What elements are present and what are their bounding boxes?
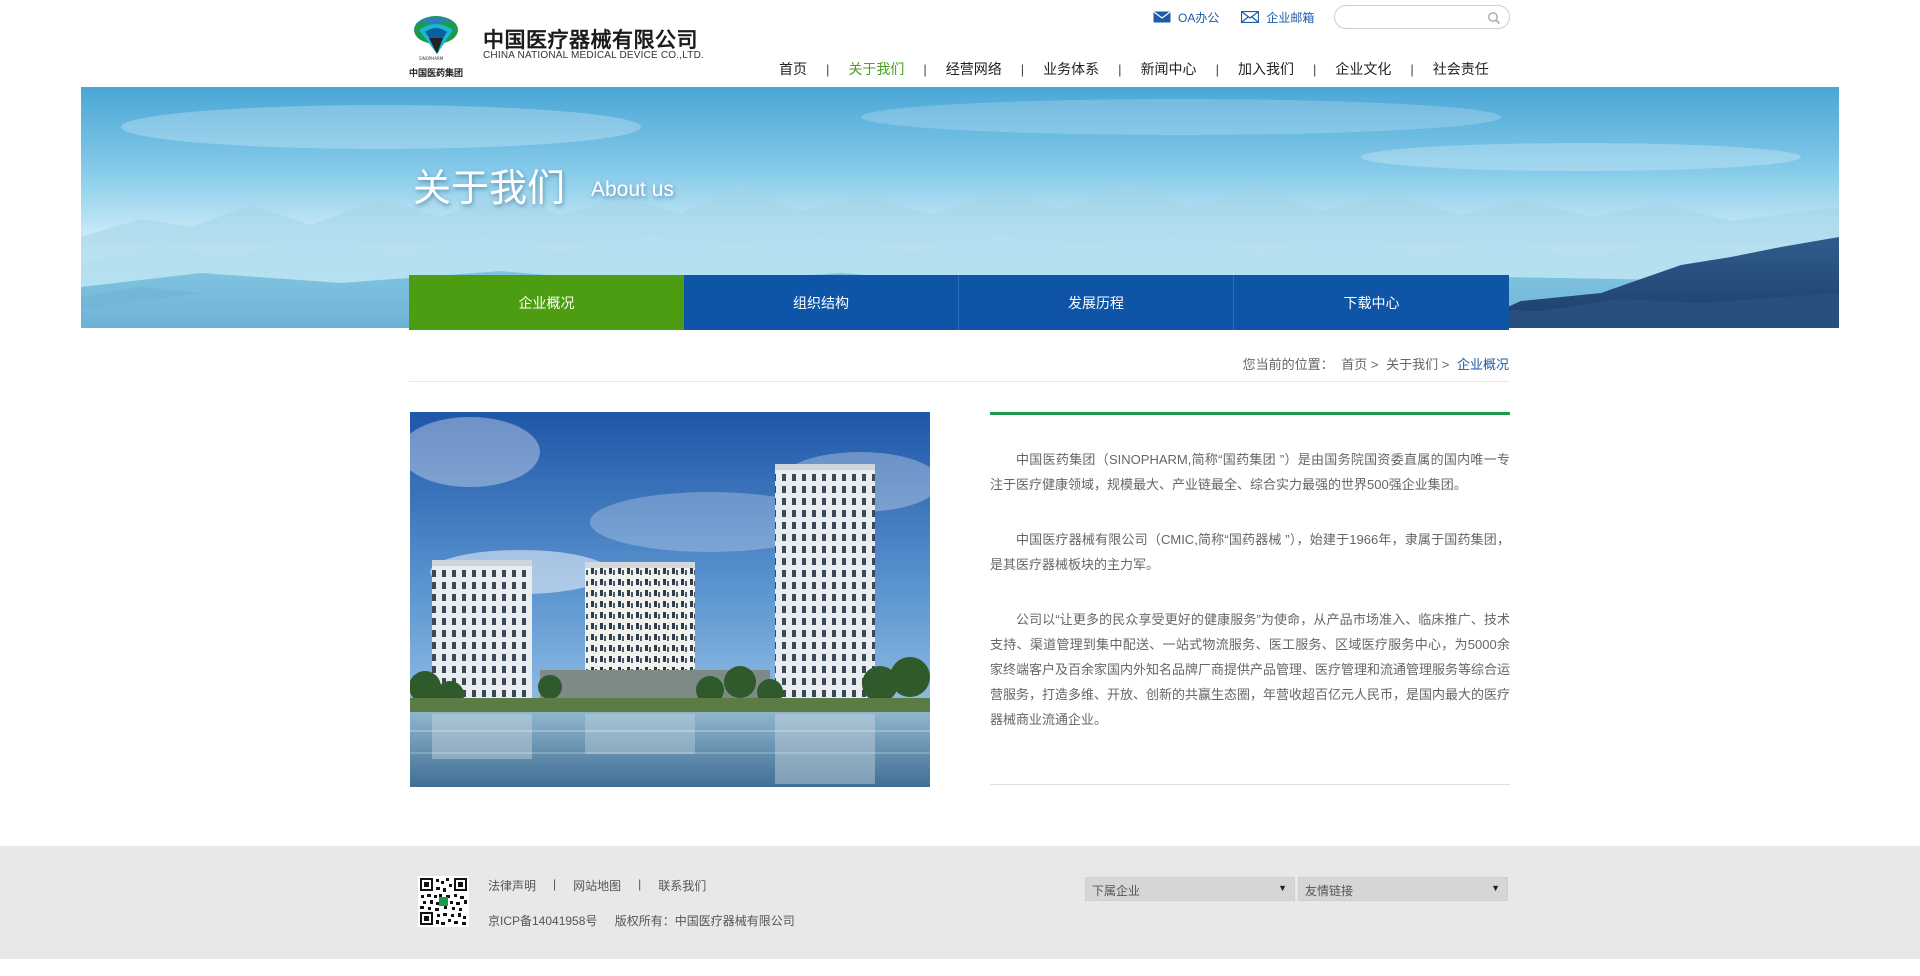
sitemap-link[interactable]: 网站地图 (573, 877, 621, 894)
oa-office-label: OA办公 (1178, 10, 1220, 25)
main-nav: 首页 | 关于我们 | 经营网络 | 业务体系 | 新闻中心 | 加入我们 | … (770, 58, 1498, 80)
nav-item-join[interactable]: 加入我们 (1229, 59, 1303, 79)
footer-links: 法律声明 | 网站地图 | 联系我们 (488, 877, 706, 894)
nav-item-culture[interactable]: 企业文化 (1326, 59, 1400, 79)
intro-top-rule (990, 412, 1510, 415)
banner-title: 关于我们 (413, 168, 566, 210)
footer-separator: | (553, 877, 557, 891)
copyright-text: 版权所有：中国医疗器械有限公司 (614, 914, 795, 928)
nav-separator: | (1312, 61, 1317, 77)
footer-copyright: 京ICP备14041958号 版权所有：中国医疗器械有限公司 (488, 912, 795, 929)
breadcrumb-about[interactable]: 关于我们 > (1386, 357, 1449, 372)
nav-separator: | (1118, 61, 1122, 77)
mail-icon (1153, 11, 1171, 23)
legal-notice-link[interactable]: 法律声明 (488, 877, 536, 894)
nav-separator: | (1020, 61, 1025, 77)
enterprise-mail-link[interactable]: 企业邮箱 (1241, 9, 1314, 26)
nav-separator: | (923, 61, 927, 77)
subsidiaries-select-value: 下属企业 (1092, 884, 1141, 898)
breadcrumb-home[interactable]: 首页 > (1341, 357, 1378, 372)
friendly-links-select[interactable]: 友情链接 ▼ (1298, 877, 1508, 901)
oa-office-link[interactable]: OA办公 (1153, 9, 1219, 26)
logo-group-name: 中国医药集团 (409, 68, 464, 78)
footer-separator: | (638, 877, 642, 891)
page: SINOPHARM 中国医药集团 中国医疗器械有限公司 CHINA NATION… (0, 0, 1920, 976)
search-input[interactable] (1345, 9, 1485, 25)
icp-number[interactable]: 京ICP备14041958号 (488, 914, 597, 928)
contact-us-link[interactable]: 联系我们 (658, 877, 706, 894)
nav-item-about[interactable]: 关于我们 (839, 59, 913, 79)
company-logo[interactable]: SINOPHARM 中国医药集团 中国医疗器械有限公司 CHINA NATION… (409, 8, 704, 80)
top-links: OA办公 企业邮箱 (1153, 6, 1336, 28)
intro-paragraph: 公司以“让更多的民众享受更好的健康服务”为使命，从产品市场准入、临床推广、技术支… (990, 612, 1511, 727)
banner-subtitle: About us (591, 178, 674, 201)
divider (409, 381, 1509, 382)
nav-separator: | (1215, 61, 1219, 77)
nav-item-news[interactable]: 新闻中心 (1132, 59, 1206, 79)
svg-text:SINOPHARM: SINOPHARM (419, 56, 444, 61)
subsidiaries-select[interactable]: 下属企业 ▼ (1085, 877, 1295, 901)
search-box (1334, 5, 1510, 29)
qr-code-icon (418, 876, 469, 927)
dropdown-arrow-icon: ▼ (1278, 883, 1287, 893)
intro-paragraph: 中国医药集团（SINOPHARM,简称“国药集团 ”）是由国务院国资委直属的国内… (990, 452, 1510, 492)
header: SINOPHARM 中国医药集团 中国医疗器械有限公司 CHINA NATION… (0, 0, 1920, 87)
breadcrumb: 您当前的位置： 首页 > 关于我们 > 企业概况 (409, 354, 1509, 373)
dropdown-arrow-icon: ▼ (1491, 883, 1500, 893)
building-image (410, 412, 930, 787)
friendly-links-select-value: 友情链接 (1305, 884, 1354, 898)
breadcrumb-prefix: 您当前的位置： (1242, 357, 1334, 372)
tab-organization[interactable]: 组织结构 (684, 275, 959, 330)
intro-paragraph: 中国医疗器械有限公司（CMIC,简称“国药器械 ”），始建于1966年，隶属于国… (990, 532, 1510, 572)
company-name-en: CHINA NATIONAL MEDICAL DEVICE CO.,LTD. (483, 50, 704, 61)
enterprise-mail-label: 企业邮箱 (1266, 10, 1315, 25)
nav-separator: | (1410, 61, 1414, 77)
tab-download-center[interactable]: 下载中心 (1234, 275, 1509, 330)
intro-bottom-rule (990, 784, 1510, 785)
breadcrumb-current: 企业概况 (1456, 357, 1509, 372)
sub-nav: 企业概况 组织结构 发展历程 下载中心 (409, 275, 1509, 330)
tab-history[interactable]: 发展历程 (959, 275, 1234, 330)
tab-company-overview[interactable]: 企业概况 (409, 275, 684, 330)
nav-item-home[interactable]: 首页 (770, 59, 816, 79)
company-building-photo (410, 412, 930, 787)
company-intro: 中国医药集团（SINOPHARM,简称“国药集团 ”）是由国务院国资委直属的国内… (990, 412, 1510, 732)
footer: 法律声明 | 网站地图 | 联系我们 京ICP备14041958号 版权所有：中… (0, 846, 1920, 959)
search-icon[interactable] (1487, 11, 1501, 25)
nav-item-responsibility[interactable]: 社会责任 (1424, 59, 1498, 79)
envelope-icon (1241, 11, 1260, 23)
nav-item-business[interactable]: 业务体系 (1034, 59, 1108, 79)
nav-separator: | (826, 61, 830, 77)
nav-item-network[interactable]: 经营网络 (937, 59, 1011, 79)
